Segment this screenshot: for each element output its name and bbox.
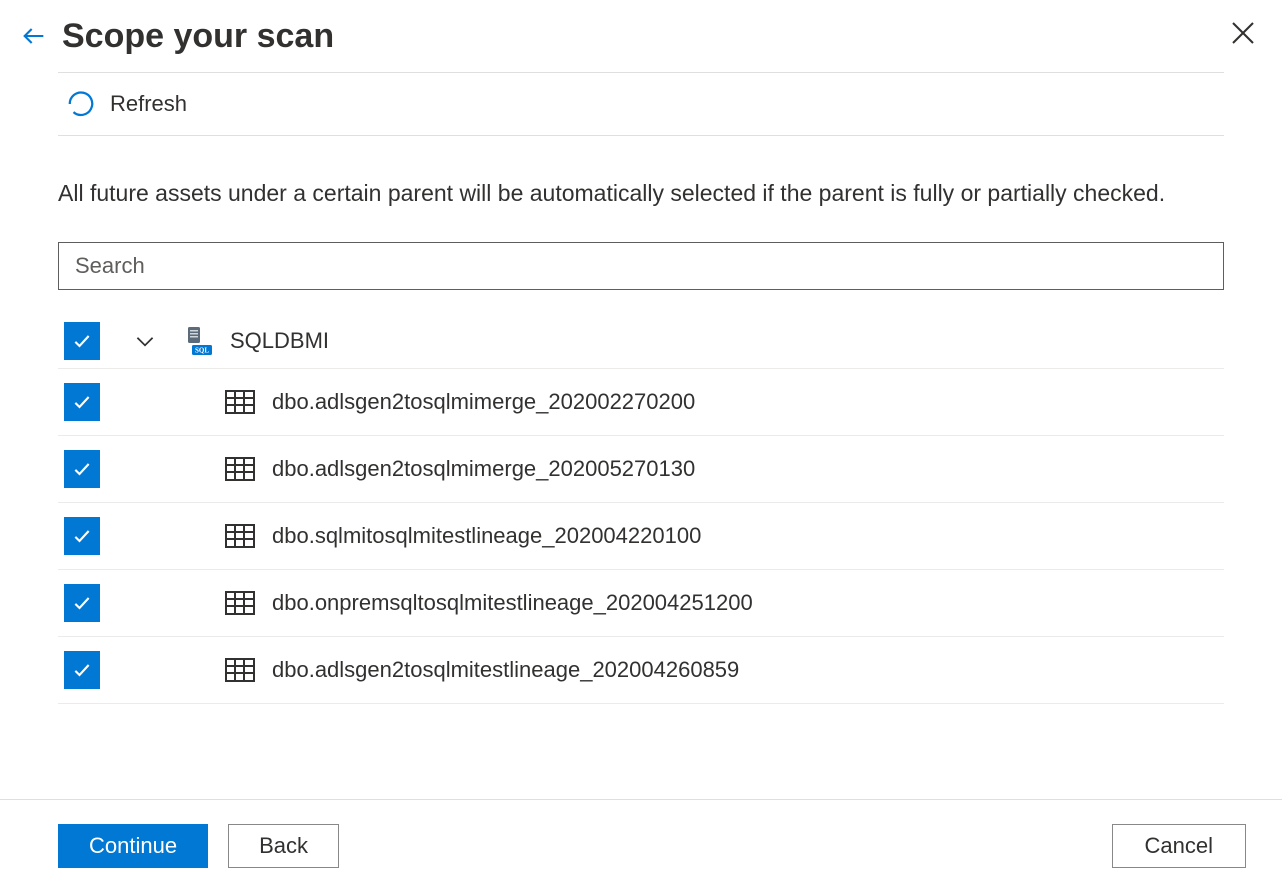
refresh-icon bbox=[66, 89, 96, 119]
continue-button[interactable]: Continue bbox=[58, 824, 208, 868]
tree-row: dbo.adlsgen2tosqlmitestlineage_202004260… bbox=[58, 637, 1224, 704]
table-icon bbox=[224, 656, 256, 684]
cancel-button[interactable]: Cancel bbox=[1112, 824, 1246, 868]
asset-tree: SQL SQLDBMI dbo.adlsgen2tosqlmimerge_202… bbox=[58, 314, 1224, 704]
description-text: All future assets under a certain parent… bbox=[58, 136, 1224, 242]
table-icon bbox=[224, 455, 256, 483]
table-icon bbox=[224, 589, 256, 617]
tree-row: dbo.adlsgen2tosqlmimerge_202005270130 bbox=[58, 436, 1224, 503]
table-icon bbox=[224, 388, 256, 416]
refresh-label: Refresh bbox=[110, 91, 187, 117]
checkbox-item[interactable] bbox=[64, 450, 100, 488]
tree-item-label: dbo.onpremsqltosqlmitestlineage_20200425… bbox=[272, 590, 753, 616]
checkbox-item[interactable] bbox=[64, 383, 100, 421]
search-input[interactable] bbox=[58, 242, 1224, 290]
tree-row: dbo.sqlmitosqlmitestlineage_202004220100 bbox=[58, 503, 1224, 570]
back-button[interactable]: Back bbox=[228, 824, 339, 868]
page-title: Scope your scan bbox=[62, 17, 334, 56]
chevron-down-icon[interactable] bbox=[132, 328, 158, 354]
refresh-button[interactable]: Refresh bbox=[58, 72, 1224, 136]
sql-database-icon: SQL bbox=[182, 325, 214, 357]
tree-root-label: SQLDBMI bbox=[230, 328, 329, 354]
close-icon[interactable] bbox=[1228, 18, 1258, 53]
back-arrow-icon[interactable] bbox=[12, 14, 56, 58]
tree-item-label: dbo.adlsgen2tosqlmimerge_202002270200 bbox=[272, 389, 695, 415]
footer: Continue Back Cancel bbox=[0, 799, 1282, 892]
tree-row: dbo.onpremsqltosqlmitestlineage_20200425… bbox=[58, 570, 1224, 637]
tree-row: dbo.adlsgen2tosqlmimerge_202002270200 bbox=[58, 369, 1224, 436]
tree-item-label: dbo.sqlmitosqlmitestlineage_202004220100 bbox=[272, 523, 701, 549]
checkbox-item[interactable] bbox=[64, 584, 100, 622]
checkbox-item[interactable] bbox=[64, 517, 100, 555]
tree-row-root: SQL SQLDBMI bbox=[58, 314, 1224, 369]
table-icon bbox=[224, 522, 256, 550]
tree-item-label: dbo.adlsgen2tosqlmitestlineage_202004260… bbox=[272, 657, 739, 683]
tree-item-label: dbo.adlsgen2tosqlmimerge_202005270130 bbox=[272, 456, 695, 482]
svg-text:SQL: SQL bbox=[195, 346, 209, 354]
checkbox-root[interactable] bbox=[64, 322, 100, 360]
checkbox-item[interactable] bbox=[64, 651, 100, 689]
